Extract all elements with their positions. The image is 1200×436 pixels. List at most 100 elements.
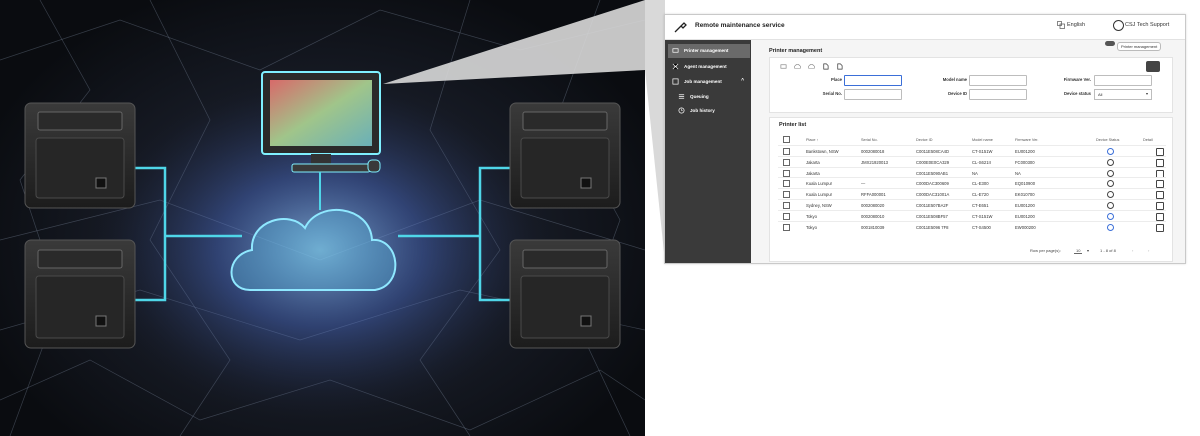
cell-place: Jakarta [806,159,820,165]
cell-device-id: C000E0E0CA329 [916,159,950,165]
sidebar-item-job-management[interactable]: Job management ^ [668,75,750,89]
select-all-checkbox[interactable] [783,136,790,143]
cell-firmware: FC000300 [1015,159,1035,165]
model-name-input[interactable] [969,75,1027,86]
app-title: Remote maintenance service [695,22,785,29]
table-row[interactable]: Kuala Lumpur RFFA000001 C000DAC31001A CL-E7… [778,188,1166,200]
serial-input[interactable] [844,89,902,100]
table-row[interactable]: Jakarta JMX21920013 C000E0E0CA329 CL-S621II… [778,155,1166,167]
cell-serial: RFFA000001 [861,192,886,198]
sidebar-item-label: Agent management [684,64,727,69]
cell-model: CT-S151W [972,213,993,219]
cloud-upload-icon[interactable] [808,63,815,70]
status-icon [1107,169,1114,177]
chevron-up-icon[interactable]: ^ [741,78,744,84]
sidebar-item-printer-management[interactable]: Printer management [668,44,750,58]
device-id-input[interactable] [969,89,1027,100]
user-icon[interactable] [1113,20,1124,31]
detail-edit-icon[interactable] [1156,148,1164,156]
column-header[interactable]: Place ↑ [806,138,818,142]
rows-per-page-label: Row per page(s): [1030,248,1061,253]
chevron-right-icon[interactable]: › [1148,248,1149,253]
sidebar-item-job-history[interactable]: Job history [668,104,750,118]
row-checkbox[interactable] [783,169,790,177]
page-title: Printer management [769,48,823,54]
table-row[interactable]: Tokyo 0002080010 C0011E508BF57 CT-S151W EU00… [778,209,1166,221]
view-toggle-label[interactable]: Printer management [1117,42,1162,51]
row-checkbox[interactable] [783,191,790,199]
device-status-select[interactable]: All ▾ [1094,89,1152,100]
cell-firmware: NA [1015,170,1021,176]
detail-edit-icon[interactable] [1156,202,1164,210]
detail-edit-icon[interactable] [1156,158,1164,167]
table-row[interactable]: Tokyo 0001810039 C0011E5096 7F8 CT-S4500 EW0… [778,220,1166,232]
cell-model: NA [972,170,978,176]
wrench-icon [674,22,687,33]
status-icon [1107,148,1114,155]
detail-edit-icon[interactable] [1156,180,1164,189]
sidebar-item-queuing[interactable]: Queuing [668,90,750,104]
row-checkbox[interactable] [783,212,790,220]
column-header: Device ID [916,138,933,142]
cell-serial: 0002080018 [861,149,885,154]
cell-firmware: EU001200 [1015,203,1035,208]
place-input[interactable] [844,75,902,86]
dropdown-arrow-icon[interactable]: ▾ [1087,248,1089,253]
row-checkbox[interactable] [783,180,790,188]
file-icon[interactable] [822,63,829,70]
dropdown-arrow-icon: ▾ [1145,91,1148,96]
cloud-download-icon[interactable] [794,63,801,70]
table-row[interactable]: Sydney, NSW 0002080020 C0011E507BA2F CT-E65… [778,199,1166,210]
page-range: 1 - 8 of 8 [1100,248,1116,253]
row-checkbox[interactable] [783,148,790,155]
network-illustration [0,0,645,436]
detail-edit-icon[interactable] [1156,169,1164,178]
cell-firmware: EK010700 [1015,192,1035,198]
status-icon [1107,223,1114,231]
language-selector[interactable]: English [1067,22,1085,28]
job-icon [672,78,679,85]
table-row[interactable]: Jakarta C0011E5090AB1 NA NA [778,166,1166,178]
sidebar-item-agent-management[interactable]: Agent management [668,60,750,74]
cell-device-id: C0011E508BF57 [916,213,948,219]
cell-serial: — [861,181,866,187]
status-icon [1107,191,1114,199]
cell-place: Tokyo [806,224,817,230]
model-name-label: Model name [942,77,967,82]
table-row[interactable]: Bankstown, NSW 0002080018 C0011E508CA4D CT-… [778,145,1166,156]
cell-place: Kuala Lumpur [806,181,833,187]
row-checkbox[interactable] [783,202,790,209]
file-settings-icon[interactable] [836,63,843,70]
cell-device-id: C0011E507BA2F [916,203,949,208]
cell-model: CT-S151W [972,149,993,154]
cell-place: Tokyo [806,213,817,219]
cell-place: Jakarta [806,170,820,176]
device-status-label: Device status [1064,91,1091,96]
row-checkbox[interactable] [783,158,790,166]
table-row[interactable]: Kuala Lumpur — C000DAC300609 CL-E300 EQ01090… [778,177,1166,189]
filter-toggle-button[interactable] [1146,61,1160,72]
detail-edit-icon[interactable] [1156,223,1164,232]
language-icon[interactable] [1057,21,1065,29]
history-icon [678,107,685,114]
print-icon[interactable] [780,63,787,70]
cell-model: CL-E720 [972,192,989,198]
rows-per-page-select[interactable]: 10 [1074,248,1083,254]
firmware-label: Firmware Ver. [1063,77,1091,82]
status-icon [1107,180,1114,188]
row-checkbox[interactable] [783,223,790,231]
chevron-left-icon[interactable]: ‹ [1132,248,1133,253]
status-icon [1107,212,1114,220]
user-name[interactable]: CSJ Tech Support [1125,22,1169,28]
detail-edit-icon[interactable] [1156,191,1164,200]
column-header: Model name [972,138,993,142]
printer-list-card: Printer list Place ↑ Serial No. Device I… [769,117,1173,262]
top-bar: Remote maintenance service English CSJ T… [665,15,1185,40]
detail-edit-icon[interactable] [1156,212,1164,221]
filter-card: Place Model name Firmware Ver. Serial No… [769,57,1173,113]
view-toggle[interactable] [1105,41,1115,46]
cell-serial: JMX21920013 [861,159,889,165]
sidebar-item-label: Job history [690,108,715,113]
firmware-input[interactable] [1094,75,1152,86]
cell-firmware: EW000200 [1015,224,1036,230]
